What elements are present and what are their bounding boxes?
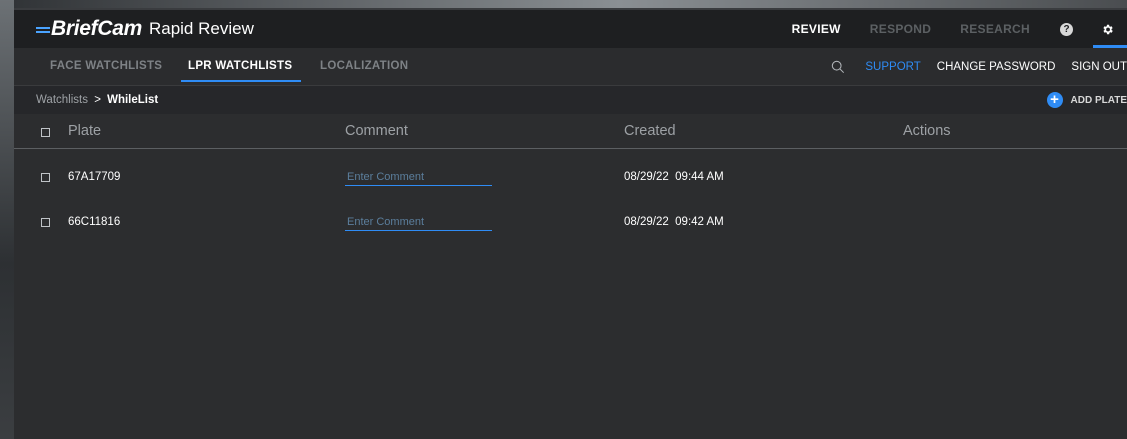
- tab-label: FACE WATCHLISTS: [50, 60, 163, 72]
- breadcrumb-separator: >: [94, 94, 101, 106]
- add-plate-button[interactable]: + ADD PLATE: [1046, 86, 1127, 114]
- breadcrumb-current: WhileList: [107, 94, 159, 106]
- tab-label: LPR WATCHLISTS: [188, 60, 293, 72]
- breadcrumb: Watchlists > WhileList: [36, 94, 158, 106]
- tab-localization[interactable]: LOCALIZATION: [320, 48, 408, 85]
- brand-name: BriefCam: [51, 17, 142, 40]
- monitor-bezel-top: [0, 0, 1127, 8]
- sub-nav-actions: SUPPORT CHANGE PASSWORD SIGN OUT: [831, 48, 1127, 85]
- nav-review[interactable]: REVIEW: [792, 22, 841, 36]
- product-name: Rapid Review: [148, 19, 254, 38]
- sub-nav: FACE WATCHLISTS LPR WATCHLISTS LOCALIZAT…: [14, 48, 1127, 86]
- breadcrumb-root[interactable]: Watchlists: [36, 94, 88, 106]
- comment-input[interactable]: [345, 215, 492, 231]
- support-link[interactable]: SUPPORT: [865, 61, 920, 73]
- row-checkbox[interactable]: [41, 173, 50, 182]
- gear-icon: [1102, 24, 1113, 34]
- sign-out-link[interactable]: SIGN OUT: [1071, 61, 1127, 73]
- plus-circle-icon: +: [1046, 92, 1063, 108]
- column-actions: Actions: [903, 123, 951, 139]
- app-logo[interactable]: BriefCam Rapid Review: [36, 10, 254, 48]
- add-plate-label: ADD PLATE: [1070, 94, 1127, 106]
- tab-face-watchlists[interactable]: FACE WATCHLISTS: [50, 48, 162, 85]
- breadcrumb-bar: Watchlists > WhileList + ADD PLATE: [14, 86, 1127, 114]
- monitor-bezel-left: [0, 0, 14, 439]
- table-row: 67A17709 08/29/22 09:44 AM: [14, 158, 1127, 204]
- comment-input[interactable]: [345, 170, 492, 186]
- app-window: BriefCam Rapid Review REVIEW RESPOND RES…: [14, 10, 1127, 439]
- table-row: 66C11816 08/29/22 09:42 AM: [14, 204, 1127, 250]
- change-password-link[interactable]: CHANGE PASSWORD: [937, 61, 1056, 73]
- created-value: 08/29/22 09:42 AM: [624, 216, 724, 228]
- search-icon[interactable]: [831, 60, 845, 74]
- nav-respond[interactable]: RESPOND: [870, 22, 931, 36]
- tab-label: LOCALIZATION: [320, 60, 409, 72]
- top-nav: REVIEW RESPOND RESEARCH ?: [763, 10, 1127, 48]
- table-header: Plate Comment Created Actions: [14, 115, 1127, 149]
- tab-lpr-watchlists[interactable]: LPR WATCHLISTS: [181, 48, 302, 85]
- plate-value: 66C11816: [68, 216, 121, 228]
- logo-lines-icon: [36, 27, 50, 33]
- plate-value: 67A17709: [68, 171, 121, 183]
- select-all-checkbox[interactable]: [41, 128, 50, 137]
- column-created[interactable]: Created: [624, 115, 676, 148]
- created-value: 08/29/22 09:44 AM: [624, 171, 724, 183]
- active-tab-indicator: [181, 80, 302, 82]
- column-comment[interactable]: Comment: [345, 115, 408, 148]
- settings-button[interactable]: [1087, 10, 1127, 48]
- row-checkbox[interactable]: [41, 218, 50, 227]
- nav-research[interactable]: RESEARCH: [960, 22, 1030, 36]
- help-icon[interactable]: ?: [1060, 22, 1073, 36]
- top-bar: BriefCam Rapid Review REVIEW RESPOND RES…: [14, 10, 1127, 48]
- column-plate[interactable]: Plate: [68, 115, 101, 148]
